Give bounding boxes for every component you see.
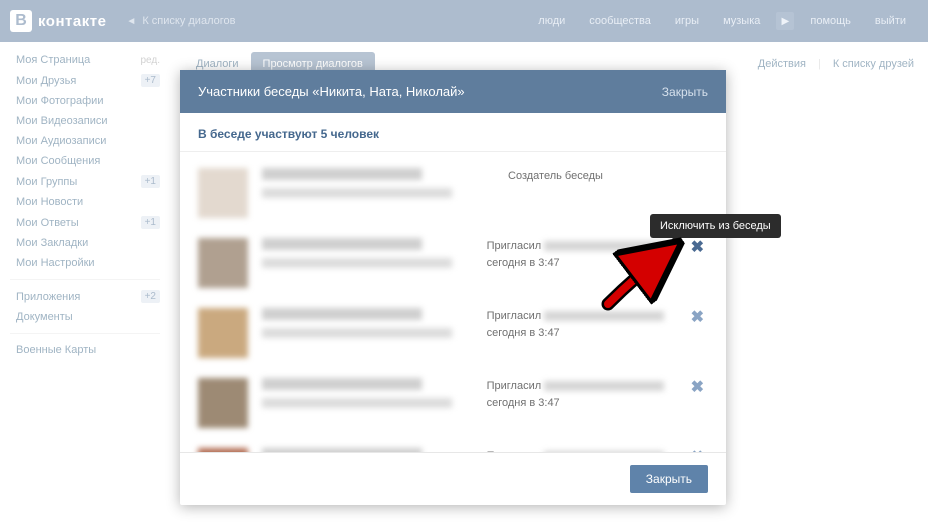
modal-header: Участники беседы «Никита, Ната, Николай»… (180, 70, 726, 113)
participant-name[interactable] (262, 308, 422, 320)
modal-close-link[interactable]: Закрыть (662, 85, 708, 99)
participant-sub (262, 188, 452, 198)
invited-time: сегодня в 3:47 (487, 397, 560, 409)
participant-name[interactable] (262, 448, 422, 452)
inviter-name[interactable] (544, 381, 664, 391)
participant-row: Пригласил ✖ (198, 438, 726, 452)
invited-prefix: Пригласил (487, 380, 542, 392)
participant-role: Пригласил (487, 448, 687, 452)
avatar[interactable] (198, 168, 248, 218)
participant-row: Пригласил сегодня в 3:47 ✖ (198, 228, 726, 298)
participant-sub (262, 398, 452, 408)
inviter-name[interactable] (544, 241, 664, 251)
participant-sub (262, 258, 452, 268)
remove-participant-icon[interactable]: ✖ (687, 450, 708, 452)
remove-participant-icon[interactable]: ✖ (687, 380, 708, 396)
inviter-name[interactable] (544, 451, 664, 452)
avatar[interactable] (198, 448, 248, 452)
invited-prefix: Пригласил (487, 450, 542, 452)
remove-tooltip: Исключить из беседы (650, 214, 781, 238)
invited-prefix: Пригласил (487, 310, 542, 322)
modal-title: Участники беседы «Никита, Ната, Николай» (198, 84, 465, 99)
participant-role: Пригласил сегодня в 3:47 (487, 238, 687, 271)
participant-role: Пригласил сегодня в 3:47 (487, 308, 687, 341)
participant-name[interactable] (262, 378, 422, 390)
participants-modal: Участники беседы «Никита, Ната, Николай»… (180, 70, 726, 505)
invited-prefix: Пригласил (487, 240, 542, 252)
participant-role: Пригласил сегодня в 3:47 (487, 378, 687, 411)
participant-sub (262, 328, 452, 338)
inviter-name[interactable] (544, 311, 664, 321)
remove-participant-icon[interactable]: ✖ (687, 240, 708, 256)
participant-row: Пригласил сегодня в 3:47 ✖ (198, 298, 726, 368)
participant-name[interactable] (262, 168, 422, 180)
participant-role: Создатель беседы (508, 168, 708, 185)
participant-row: Пригласил сегодня в 3:47 ✖ (198, 368, 726, 438)
invited-time: сегодня в 3:47 (487, 257, 560, 269)
modal-body[interactable]: Создатель беседы Пригласил сегодня в 3:4… (180, 152, 726, 452)
participant-name[interactable] (262, 238, 422, 250)
invited-time: сегодня в 3:47 (487, 327, 560, 339)
modal-footer: Закрыть (180, 452, 726, 505)
avatar[interactable] (198, 238, 248, 288)
modal-subtitle: В беседе участвуют 5 человек (180, 113, 726, 152)
remove-participant-icon[interactable]: ✖ (687, 310, 708, 326)
participant-row: Создатель беседы (198, 158, 726, 228)
close-button[interactable]: Закрыть (630, 465, 708, 493)
avatar[interactable] (198, 308, 248, 358)
avatar[interactable] (198, 378, 248, 428)
